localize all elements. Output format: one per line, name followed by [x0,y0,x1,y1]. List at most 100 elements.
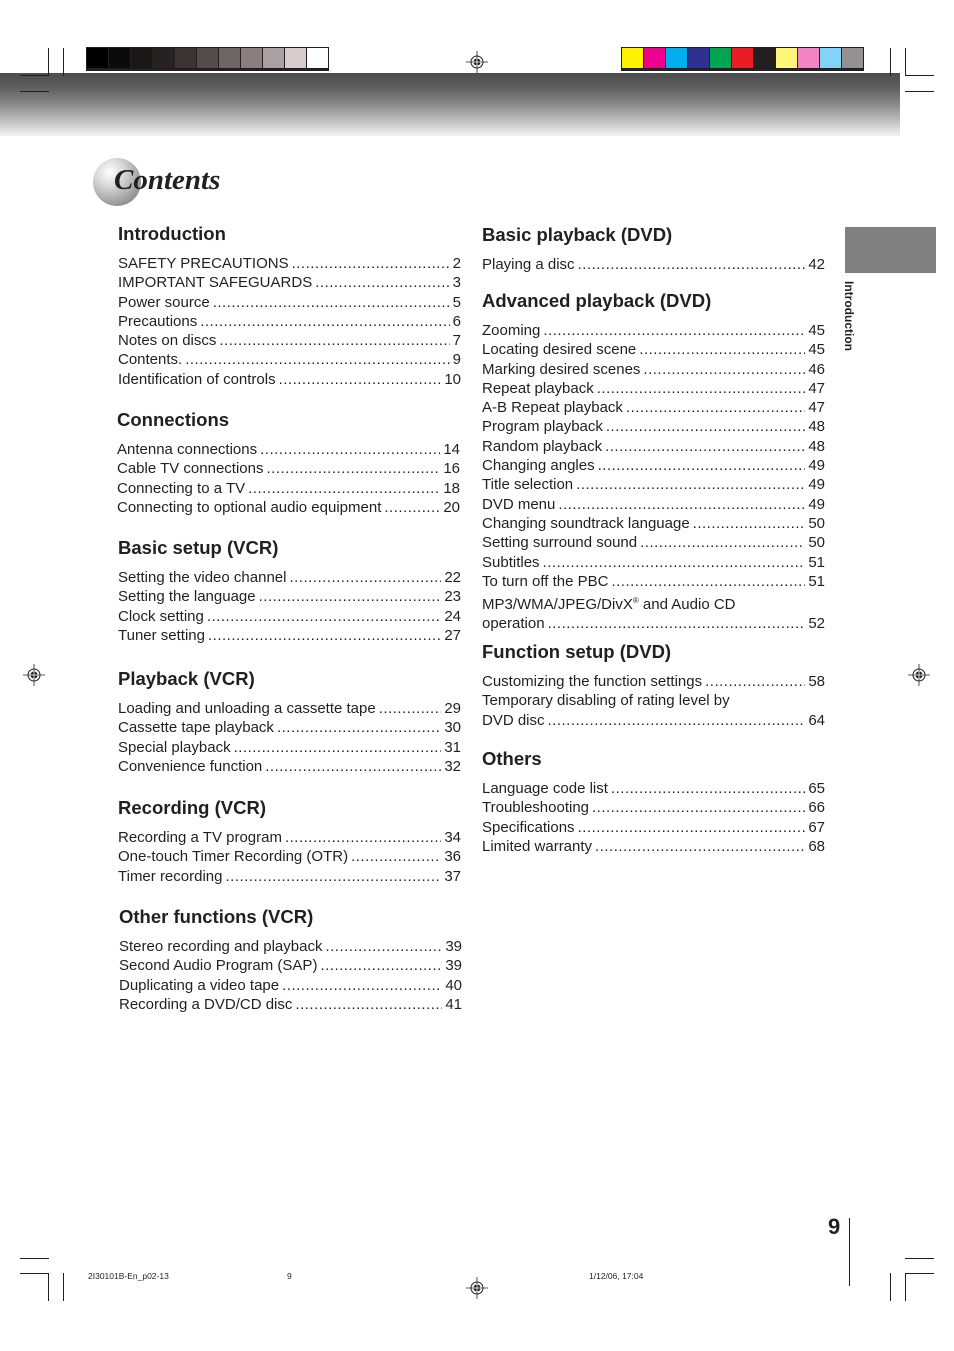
section-heading: Connections [117,409,230,430]
toc-entry-label: Antenna connections [117,441,258,458]
toc-entry[interactable]: Convenience function 32 [118,757,461,776]
toc-entry[interactable]: Identification of controls 10 [118,370,461,389]
toc-entry[interactable]: Changing soundtrack language 50 [482,514,825,533]
toc-page-number: 9 [452,351,461,369]
toc-entry[interactable]: Cassette tape playback 30 [118,718,461,737]
toc-page-number: 48 [808,418,825,436]
color-swatch [622,48,643,68]
toc-entry[interactable]: Customizing the function settings 58 [482,672,825,691]
toc-entry-label: Changing angles [482,457,595,475]
toc-entry[interactable]: Antenna connections 14 [117,440,460,459]
color-swatch [285,48,306,68]
toc-entry[interactable]: Precautions 6 [118,312,461,331]
toc-entry[interactable]: Timer recording 37 [118,867,461,886]
toc-page-number: 46 [808,360,825,378]
toc-entry[interactable]: Connecting to optional audio equipment 20 [117,498,460,517]
footer-page: 9 [287,1271,292,1281]
dot-leader [225,867,441,886]
toc-entry-label: Random playback [482,437,603,455]
toc-entry[interactable]: A-B Repeat playback 47 [482,398,825,417]
toc-entry[interactable]: Setting surround sound 50 [482,533,825,552]
toc-entry[interactable]: operation 52 [482,614,825,633]
toc-page-number: 68 [808,837,825,855]
toc-entry[interactable]: Setting the video channel 22 [118,568,461,587]
toc-entry[interactable]: Title selection 49 [482,475,825,494]
toc-entry[interactable]: Zooming 45 [482,321,825,340]
dot-leader [379,699,442,718]
toc-entry-label: operation [482,615,545,633]
crop-mark [905,1258,934,1259]
crop-mark [905,91,934,92]
toc-section: Playback (VCR) Loading and unloading a ca… [118,668,461,776]
toc-entry[interactable]: Troubleshooting 66 [482,798,825,817]
dot-leader [292,254,450,273]
toc-page-number: 37 [444,867,461,885]
toc-page-number: 49 [808,495,825,513]
toc-entry[interactable]: IMPORTANT SAFEGUARDS 3 [118,273,461,292]
toc-entry[interactable]: Changing angles 49 [482,456,825,475]
section-heading: Function setup (DVD) [482,641,672,662]
toc-entry[interactable]: Connecting to a TV 18 [117,479,460,498]
crop-mark [63,48,64,76]
dot-leader [606,417,805,436]
toc-entry[interactable]: Contents. 9 [118,350,461,369]
toc-page-number: 58 [808,673,825,690]
toc-entry[interactable]: Limited warranty 68 [482,837,825,856]
toc-entry[interactable]: Special playback 31 [118,738,461,757]
color-swatch [153,48,174,68]
color-swatch [754,48,775,68]
toc-entry-label: SAFETY PRECAUTIONS [118,255,289,272]
toc-entry-line[interactable]: Temporary disabling of rating level by [482,691,825,710]
dot-leader [643,360,805,379]
color-swatch [842,48,863,68]
dot-leader [626,398,805,417]
dot-leader [639,340,805,359]
toc-page-number: 49 [808,476,825,494]
toc-entry[interactable]: Tuner setting 27 [118,626,461,645]
toc-entry[interactable]: Repeat playback 47 [482,379,825,398]
toc-entry[interactable]: Loading and unloading a cassette tape 29 [118,699,461,718]
toc-entry[interactable]: Language code list 65 [482,779,825,798]
toc-entry[interactable]: Playing a disc 42 [482,255,825,274]
toc-entry-label: Precautions [118,312,198,330]
dot-leader [325,937,442,956]
toc-entry[interactable]: DVD disc 64 [482,711,825,730]
toc-entry[interactable]: Cable TV connections 16 [117,459,460,478]
toc-entry[interactable]: Power source 5 [118,293,461,312]
process-color-bar [621,47,864,71]
color-swatch [710,48,731,68]
toc-entry[interactable]: Recording a TV program 34 [118,828,461,847]
toc-entry[interactable]: One-touch Timer Recording (OTR) 36 [118,847,461,866]
toc-entry[interactable]: Locating desired scene 45 [482,340,825,359]
toc-entry[interactable]: Program playback 48 [482,417,825,436]
toc-entry[interactable]: Marking desired scenes 46 [482,360,825,379]
chapter-tab [845,227,936,273]
toc-entry-line[interactable]: MP3/WMA/JPEG/DivX® and Audio CD [482,591,825,614]
toc-entry-label: Setting the language [118,588,256,606]
toc-page-number: 2 [452,255,461,272]
toc-page-number: 20 [443,498,460,516]
toc-entry[interactable]: Specifications 67 [482,818,825,837]
toc-page-number: 36 [444,848,461,866]
toc-entry-label: Cable TV connections [117,460,264,478]
toc-entry[interactable]: Clock setting 24 [118,607,461,626]
toc-entry[interactable]: SAFETY PRECAUTIONS 2 [118,254,461,273]
toc-entry[interactable]: Duplicating a video tape 40 [119,976,462,995]
toc-section: IntroductionSAFETY PRECAUTIONS2IMPORTANT… [118,223,461,389]
toc-entry-label: To turn off the PBC [482,572,609,590]
toc-entry[interactable]: To turn off the PBC 51 [482,572,825,591]
toc-section: Basic setup (VCR) Setting the video chann… [118,537,461,645]
toc-entry-label: Cassette tape playback [118,719,274,737]
toc-entry[interactable]: Notes on discs 7 [118,331,461,350]
dot-leader [548,711,806,730]
toc-entry[interactable]: Stereo recording and playback 39 [119,937,462,956]
toc-entry[interactable]: Second Audio Program (SAP) 39 [119,956,462,975]
toc-page-number: 27 [444,626,461,644]
toc-page-number: 50 [808,534,825,552]
toc-entry[interactable]: Setting the language 23 [118,587,461,606]
toc-page-number: 3 [452,274,461,292]
toc-entry[interactable]: Random playback 48 [482,437,825,456]
toc-entry[interactable]: Recording a DVD/CD disc 41 [119,995,462,1014]
toc-entry[interactable]: Subtitles 51 [482,553,825,572]
toc-entry[interactable]: DVD menu 49 [482,495,825,514]
